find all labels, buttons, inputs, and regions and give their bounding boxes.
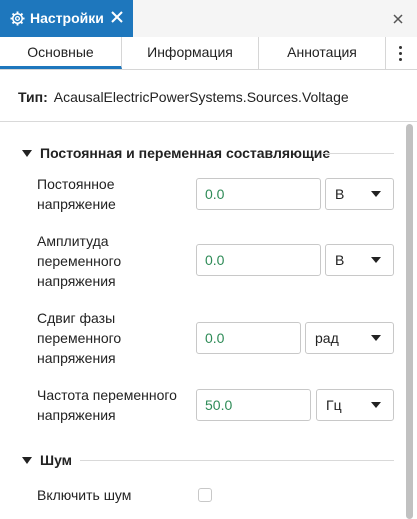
section-dc-ac-header[interactable]: Постоянная и переменная составляющие xyxy=(22,145,330,161)
tab-annotation[interactable]: Аннотация xyxy=(259,37,386,69)
chevron-down-icon xyxy=(371,402,381,408)
ac-frequency-unit-select[interactable]: Гц xyxy=(316,389,394,421)
tab-main[interactable]: Основные xyxy=(0,37,122,69)
phase-shift-unit-select[interactable]: рад xyxy=(305,322,394,354)
chevron-down-icon xyxy=(371,335,381,341)
divider xyxy=(80,460,394,461)
phase-shift-input[interactable]: 0.0 xyxy=(196,322,301,354)
type-label: Тип: xyxy=(18,89,48,105)
tab-info[interactable]: Информация xyxy=(122,37,259,69)
param-label-ac-amplitude: Амплитуда переменного напряжения xyxy=(37,233,122,289)
ac-frequency-input[interactable]: 50.0 xyxy=(196,389,311,421)
gear-icon xyxy=(10,11,25,26)
type-row: Тип: AcausalElectricPowerSystems.Sources.… xyxy=(18,89,349,105)
enable-noise-label: Включить шум xyxy=(37,487,132,503)
type-value: AcausalElectricPowerSystems.Sources.Volt… xyxy=(53,89,349,105)
ac-amplitude-unit-select[interactable]: В xyxy=(325,244,394,276)
scrollbar[interactable] xyxy=(406,124,413,519)
close-icon[interactable] xyxy=(110,10,124,24)
section-noise-header[interactable]: Шум xyxy=(22,452,72,468)
divider xyxy=(0,121,417,122)
chevron-down-icon xyxy=(371,257,381,263)
settings-tab[interactable]: Настройки xyxy=(0,0,133,37)
ac-amplitude-input[interactable]: 0.0 xyxy=(196,244,321,276)
dc-voltage-input[interactable]: 0.0 xyxy=(196,178,321,210)
collapse-triangle-icon xyxy=(22,149,32,157)
enable-noise-checkbox[interactable] xyxy=(198,488,212,502)
param-label-phase-shift: Сдвиг фазы переменного напряжения xyxy=(37,310,122,366)
param-label-ac-frequency: Частота переменного напряжения xyxy=(37,387,177,423)
title-bar: Настройки xyxy=(0,0,417,37)
chevron-down-icon xyxy=(371,191,381,197)
param-label-dc-voltage: Постоянное напряжение xyxy=(37,176,116,212)
divider xyxy=(322,153,394,154)
section-title: Постоянная и переменная составляющие xyxy=(40,145,331,161)
collapse-triangle-icon xyxy=(22,456,32,464)
section-title: Шум xyxy=(40,452,73,468)
close-icon[interactable] xyxy=(392,13,404,25)
settings-tab-title: Настройки xyxy=(30,10,104,26)
subtab-bar: Основные Информация Аннотация xyxy=(0,37,417,70)
kebab-menu-icon[interactable] xyxy=(386,37,416,69)
dc-voltage-unit-select[interactable]: В xyxy=(325,178,394,210)
